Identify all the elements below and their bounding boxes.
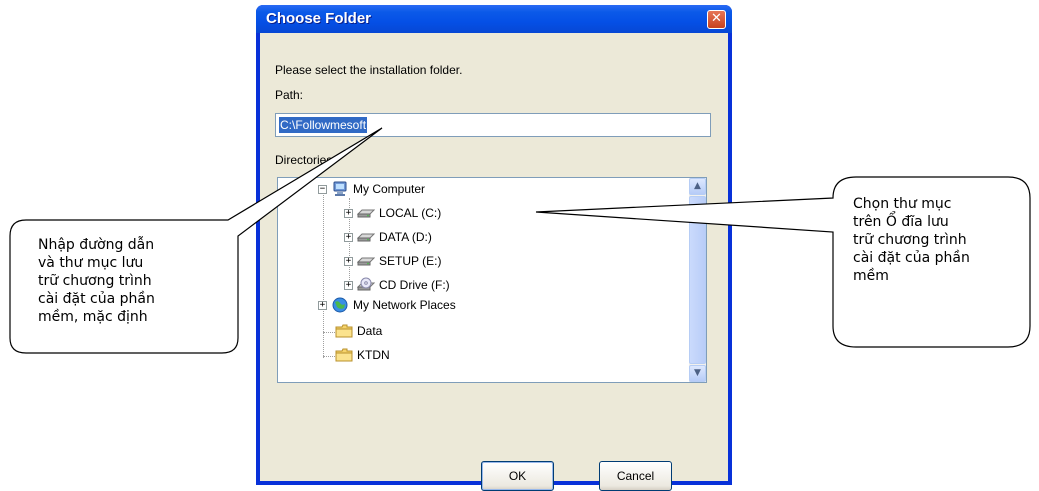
path-label: Path: [275,88,304,102]
callout-line: trữ chương trình [38,273,152,289]
tree-node-folder[interactable]: Data [331,322,382,340]
tree-node-folder[interactable]: KTDN [331,346,390,364]
hard-drive-icon [357,209,375,218]
scroll-thumb[interactable] [689,196,706,364]
tree-label: LOCAL (C:) [379,206,442,220]
directories-label: Directories: [275,153,336,167]
network-places-icon [332,297,348,313]
my-computer-icon [333,181,347,196]
tree-node-my-computer[interactable]: − My Computer [318,180,425,198]
tree-node-drive[interactable]: + SETUP (E:) [344,252,441,270]
scroll-up-button[interactable]: ▲ [689,178,706,195]
vertical-scrollbar[interactable]: ▲ ▼ [689,178,706,382]
callout-line: Chọn thư mục [853,196,952,212]
path-input[interactable]: C:\Followmesoft [275,113,711,137]
tree-label: Data [357,324,383,338]
expand-icon[interactable]: + [344,232,353,242]
expand-icon[interactable]: + [344,256,353,266]
title-bar[interactable]: Choose Folder ✕ [256,5,732,33]
hard-drive-icon [357,233,375,242]
folder-icon [335,348,353,362]
dialog-title: Choose Folder [266,10,372,27]
scroll-down-button[interactable]: ▼ [689,365,706,382]
callout-line: và thư mục lưu [38,255,144,271]
cd-drive-icon [357,277,375,291]
tree-node-drive[interactable]: + DATA (D:) [344,228,432,246]
expand-icon[interactable]: + [344,280,353,290]
left-callout-text: Nhập đường dẫn và thư mục lưu trữ chương… [38,236,155,326]
directory-tree[interactable]: − My Computer + LOCAL (C:) + DATA (D:) +… [277,177,707,383]
callout-line: cài đặt của phần [853,250,970,266]
tree-label: My Network Places [353,298,456,312]
collapse-icon[interactable]: − [318,184,327,194]
tree-label: KTDN [357,348,390,362]
tree-label: SETUP (E:) [379,254,442,268]
expand-icon[interactable]: + [318,300,327,310]
callout-line: Nhập đường dẫn [38,237,155,253]
right-callout-text: Chọn thư mục trên Ổ đĩa lưu trữ chương t… [853,195,970,285]
tree-label: DATA (D:) [379,230,432,244]
close-icon: ✕ [711,11,722,26]
path-value: C:\Followmesoft [279,117,368,133]
callout-line: mềm, mặc định [38,309,148,325]
hard-drive-icon [357,257,375,266]
callout-line: trên Ổ đĩa lưu [853,214,949,230]
close-button[interactable]: ✕ [707,10,726,29]
expand-icon[interactable]: + [344,208,353,218]
tree-node-network[interactable]: + My Network Places [318,296,456,314]
tree-label: My Computer [353,182,426,196]
tree-label: CD Drive (F:) [379,278,450,292]
choose-folder-dialog: Choose Folder ✕ Please select the instal… [256,5,732,491]
tree-node-drive[interactable]: + LOCAL (C:) [344,204,441,222]
tree-node-drive[interactable]: + CD Drive (F:) [344,276,450,294]
chevron-down-icon: ▼ [694,368,701,378]
folder-icon [335,324,353,338]
callout-line: mềm [853,268,889,284]
chevron-up-icon: ▲ [694,181,701,191]
prompt-text: Please select the installation folder. [275,63,463,77]
callout-line: trữ chương trình [853,232,967,248]
callout-line: cài đặt của phần [38,291,155,307]
dialog-body: Please select the installation folder. P… [260,33,728,491]
